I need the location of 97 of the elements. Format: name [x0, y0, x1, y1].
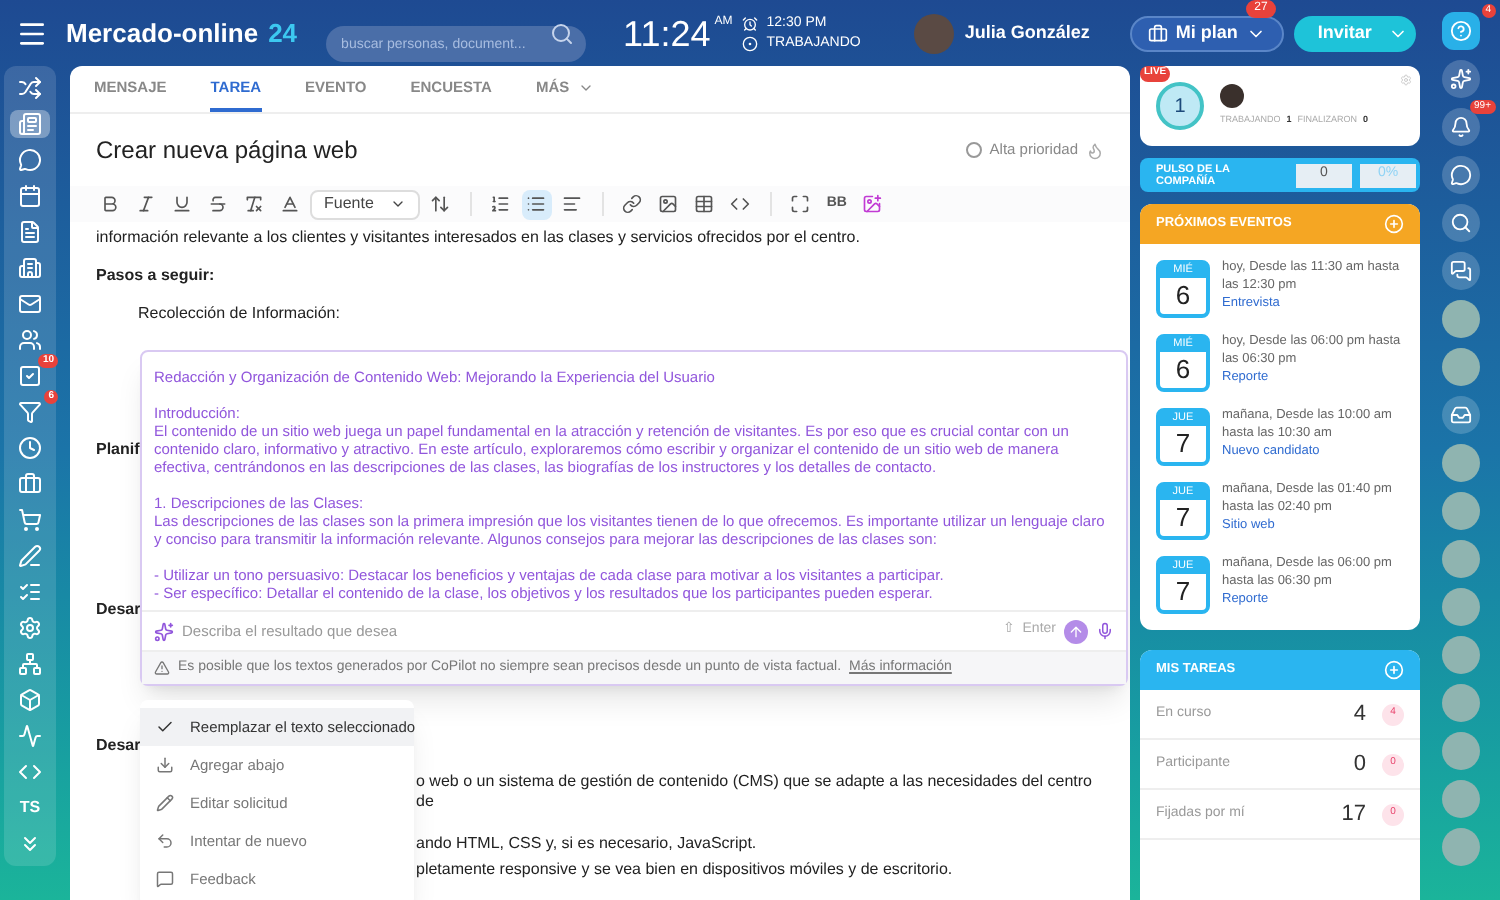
numbered-list-icon	[490, 194, 511, 214]
bell-button[interactable]	[1441, 108, 1479, 146]
task-row-count: 4	[1351, 699, 1366, 730]
code-icon	[730, 194, 751, 214]
task-title: Crear nueva página web	[96, 134, 358, 168]
cart-icon	[18, 508, 42, 532]
body-text: pletamente responsive y se vea bien en dispositivos móviles y de escritorio.	[416, 860, 955, 880]
box-icon	[18, 688, 42, 712]
chat-icon	[1449, 164, 1471, 186]
user-name[interactable]: Julia González	[964, 19, 1090, 47]
nav-item[interactable]	[10, 110, 50, 138]
clear-format-icon	[243, 194, 263, 214]
count-ring: 1	[1156, 82, 1204, 130]
inbox-button[interactable]	[1441, 396, 1479, 434]
task-row-count: 0	[1351, 749, 1366, 780]
checklist-icon	[18, 580, 42, 604]
add-icon[interactable]	[1384, 660, 1404, 680]
font-dropdown[interactable]: Fuente	[310, 189, 420, 219]
pencil-icon	[156, 794, 174, 812]
body-text: o web o un sistema de gestión de contenido (CMS) que se adapte a las necesidades del centro de	[416, 772, 1094, 812]
bullet-list-icon	[526, 194, 547, 214]
underline-icon	[171, 194, 191, 214]
briefcase-icon	[18, 472, 42, 496]
align-left-icon	[562, 194, 583, 214]
body-heading: Pasos a seguir:	[96, 266, 217, 286]
text-size-icon	[430, 194, 451, 214]
sparkle-icon	[1449, 68, 1471, 90]
chevrons-icon	[18, 832, 42, 856]
user-avatar[interactable]	[1441, 348, 1479, 386]
messages-icon	[1449, 260, 1471, 282]
user-avatar[interactable]	[1441, 444, 1479, 482]
priority-checkbox[interactable]	[965, 142, 982, 158]
pen-icon	[18, 544, 42, 568]
user-avatar[interactable]	[1441, 300, 1479, 338]
link-icon	[622, 194, 643, 214]
users-icon	[18, 328, 42, 352]
clock-time: 11:24	[623, 15, 711, 51]
bullet-list-button[interactable]	[521, 189, 552, 219]
document-icon	[18, 220, 42, 244]
brand-name: Mercado-online	[66, 15, 259, 52]
feed-icon	[18, 112, 42, 136]
table-icon	[694, 194, 715, 214]
body-text: Recolección de Información:	[138, 304, 342, 324]
status-icon	[742, 35, 759, 51]
checkbox-icon	[18, 364, 42, 388]
italic-icon	[135, 194, 155, 214]
bell-icon	[1449, 116, 1471, 138]
search-button[interactable]	[1441, 204, 1479, 242]
caret-icon	[389, 196, 406, 212]
arrow-up-icon	[1068, 623, 1084, 639]
building-icon	[18, 256, 42, 280]
warning-icon	[154, 660, 170, 676]
plan-button[interactable]: Mi plan	[1129, 15, 1284, 51]
image-icon	[658, 194, 679, 214]
chat-button[interactable]	[1441, 156, 1479, 194]
filter-icon	[18, 400, 42, 424]
briefcase-icon	[1147, 23, 1168, 43]
pulse-icon	[18, 724, 42, 748]
check-icon	[156, 718, 174, 736]
download-icon	[156, 756, 174, 774]
feedback-icon	[156, 870, 174, 888]
calendar-icon	[18, 184, 42, 208]
settings-icon	[18, 616, 42, 640]
bold-icon	[99, 194, 119, 214]
user-avatar	[1220, 84, 1244, 109]
sparkle-button[interactable]	[1441, 60, 1479, 98]
inbox-icon	[1449, 404, 1471, 426]
body-text: información relevante a los clientes y visitantes interesados en las clases y servicios ofrecidos por el centro.	[96, 228, 862, 248]
shuffle-icon	[18, 76, 42, 100]
network-icon	[18, 652, 42, 676]
help-button[interactable]	[1441, 12, 1479, 50]
search-icon[interactable]	[549, 21, 574, 45]
task-row-count: 17	[1339, 799, 1366, 830]
copilot-icon	[154, 621, 174, 641]
help-icon	[1449, 20, 1471, 42]
send-button[interactable]	[1064, 619, 1088, 643]
brand-number: 24	[268, 15, 298, 52]
code-icon	[18, 760, 42, 784]
text-color-icon	[279, 194, 299, 214]
mic-icon[interactable]	[1096, 622, 1114, 640]
image-sparkle-icon	[862, 194, 883, 214]
body-heading: Desar	[96, 600, 141, 620]
fullscreen-icon	[790, 194, 811, 214]
nav-label[interactable]: TS	[10, 794, 50, 822]
strikethrough-icon	[207, 194, 227, 214]
undo-icon	[156, 832, 174, 850]
mail-icon	[18, 292, 42, 316]
alarm-icon	[742, 15, 759, 31]
body-heading: Planif	[96, 440, 140, 460]
search-icon	[1449, 212, 1471, 234]
messages-button[interactable]	[1441, 252, 1479, 290]
flame-icon	[1086, 141, 1104, 159]
menu-icon[interactable]	[16, 17, 48, 49]
body-heading: Desar	[96, 736, 141, 756]
clock-icon	[18, 436, 42, 460]
chat-icon	[18, 148, 42, 172]
body-text: ando HTML, CSS y, si es necesario, JavaScript.	[416, 834, 759, 854]
